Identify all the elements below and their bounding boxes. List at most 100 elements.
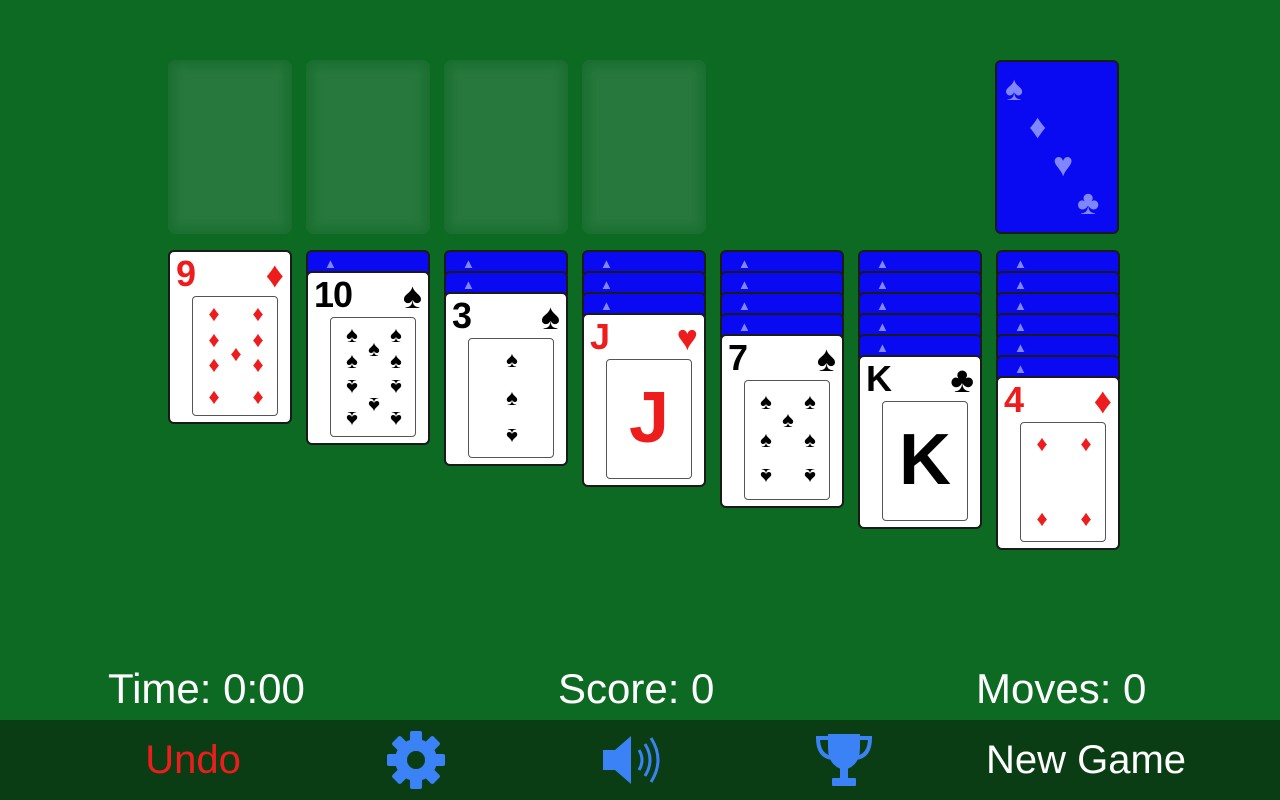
suit-icon: ♠ bbox=[402, 275, 422, 316]
suit-pip-icon: ♠ bbox=[368, 393, 380, 418]
suit-pip-icon: ♠ bbox=[368, 336, 380, 361]
suit-pip-icon: ♠ bbox=[346, 407, 358, 432]
time-display: Time: 0:00 bbox=[108, 665, 305, 712]
suit-pip-icon: ♠ bbox=[506, 424, 518, 449]
card-back-pattern-icon: ▲ bbox=[1014, 319, 1027, 334]
card-rank: 3 bbox=[452, 295, 472, 336]
court-letter: K bbox=[899, 420, 951, 500]
suit-pip-icon: ♦ bbox=[208, 386, 220, 411]
suit-icon: ♠ bbox=[816, 338, 836, 379]
tableau-card[interactable]: 10 ♠ ♠ ♠ ♠ ♠ ♠ ♠ ♠ ♠ ♠ ♠ bbox=[306, 271, 430, 445]
suit-pip-icon: ♦ bbox=[208, 327, 220, 352]
suit-pip-icon: ♠ bbox=[390, 322, 402, 347]
suit-pip-icon: ♦ bbox=[252, 301, 264, 326]
suit-pip-icon: ♠ bbox=[346, 348, 358, 373]
spade-icon: ♠ bbox=[1005, 70, 1024, 108]
card-face-frame: ♠ ♠ ♠ bbox=[468, 338, 554, 458]
card-back-pattern-icon: ▲ bbox=[600, 277, 613, 292]
new-game-button[interactable]: New Game bbox=[980, 720, 1192, 800]
card-face-frame: ♠ ♠ ♠ ♠ ♠ ♠ ♠ bbox=[744, 380, 830, 500]
suit-pip-icon: ♦ bbox=[1080, 508, 1092, 533]
score-display: Score: 0 bbox=[558, 665, 715, 712]
card-face-frame: K bbox=[882, 401, 968, 521]
card-back-pattern-icon: ▲ bbox=[324, 256, 337, 271]
suit-pip-icon: ♠ bbox=[346, 375, 358, 400]
suit-icon: ♦ bbox=[265, 254, 284, 295]
suit-pip-icon: ♦ bbox=[252, 386, 264, 411]
moves-display: Moves: 0 bbox=[976, 665, 1147, 712]
card-back-pattern-icon: ▲ bbox=[876, 298, 889, 313]
card-back-pattern-icon: ▲ bbox=[738, 319, 751, 334]
suit-pip-icon: ♠ bbox=[804, 389, 816, 414]
card-rank: J bbox=[590, 316, 610, 357]
tableau-card[interactable]: K ♣ K bbox=[858, 355, 982, 529]
card-back-pattern-icon: ▲ bbox=[600, 298, 613, 313]
suit-pip-icon: ♠ bbox=[390, 348, 402, 373]
foundation-slot-2[interactable] bbox=[306, 60, 430, 234]
card-back-pattern-icon: ▲ bbox=[1014, 256, 1027, 271]
card-back-pattern-icon: ▲ bbox=[738, 298, 751, 313]
card-face-frame: ♠ ♠ ♠ ♠ ♠ ♠ ♠ ♠ ♠ ♠ bbox=[330, 317, 416, 437]
suit-pip-icon: ♠ bbox=[760, 464, 772, 489]
suit-pip-icon: ♦ bbox=[252, 327, 264, 352]
card-back-pattern-icon: ▲ bbox=[600, 256, 613, 271]
court-letter: J bbox=[628, 378, 670, 458]
card-back-pattern-icon: ▲ bbox=[1014, 298, 1027, 313]
suit-icon: ♥ bbox=[676, 317, 698, 358]
suit-pip-icon: ♠ bbox=[760, 389, 772, 414]
undo-button[interactable]: Undo bbox=[110, 720, 276, 800]
card-face-frame: ♦ ♦ ♦ ♦ bbox=[1020, 422, 1106, 542]
gear-icon bbox=[387, 731, 445, 789]
card-back-pattern-icon: ▲ bbox=[1014, 361, 1027, 376]
sound-button[interactable] bbox=[596, 720, 668, 800]
suit-pip-icon: ♠ bbox=[346, 322, 358, 347]
suit-pip-icon: ♠ bbox=[390, 407, 402, 432]
speaker-icon bbox=[603, 736, 660, 784]
settings-button[interactable] bbox=[380, 720, 452, 800]
tableau-card[interactable]: J ♥ J bbox=[582, 313, 706, 487]
card-face-frame: ♦ ♦ ♦ ♦ ♦ ♦ ♦ ♦ ♦ bbox=[192, 296, 278, 416]
tableau-card[interactable]: 4 ♦ ♦ ♦ ♦ ♦ bbox=[996, 376, 1120, 550]
card-back-pattern-icon: ▲ bbox=[876, 340, 889, 355]
tableau-card[interactable]: 3 ♠ ♠ ♠ ♠ bbox=[444, 292, 568, 466]
card-back-pattern-icon: ▲ bbox=[462, 256, 475, 271]
suit-pip-icon: ♠ bbox=[804, 427, 816, 452]
card-back-pattern-icon: ▲ bbox=[1014, 340, 1027, 355]
card-rank: K bbox=[866, 358, 892, 399]
card-rank: 9 bbox=[176, 253, 196, 294]
suit-icon: ♣ bbox=[950, 359, 974, 400]
card-back-pattern-icon: ▲ bbox=[876, 277, 889, 292]
card-face-frame: J bbox=[606, 359, 692, 479]
foundation-slot-3[interactable] bbox=[444, 60, 568, 234]
suit-pip-icon: ♦ bbox=[1036, 508, 1048, 533]
diamond-icon: ♦ bbox=[1029, 108, 1047, 146]
suit-icon: ♦ bbox=[1093, 380, 1112, 421]
suit-pip-icon: ♦ bbox=[1080, 431, 1092, 456]
statistics-button[interactable] bbox=[808, 720, 880, 800]
foundation-slot-1[interactable] bbox=[168, 60, 292, 234]
suit-pip-icon: ♠ bbox=[390, 375, 402, 400]
bottom-toolbar: Undo New Game bbox=[0, 720, 1280, 800]
suit-pip-icon: ♠ bbox=[506, 385, 518, 410]
stock-pile[interactable]: ♠ ♦ ♥ ♣ bbox=[995, 60, 1119, 234]
suit-pip-icon: ♠ bbox=[782, 407, 794, 432]
game-board: ♠ ♦ ♥ ♣ 9 ♦ ♦ ♦ ♦ ♦ ♦ ♦ ♦ ♦ ♦ ▲ 10 ♠ ♠ ♠ ♠ ♠ ♠ ♠ ♠ ♠ ♠ ♠ ▲ ▲ 3 ♠ ♠ ♠ ♠… bbox=[0, 0, 1280, 720]
card-back-pattern-icon: ▲ bbox=[876, 319, 889, 334]
card-back-pattern-icon: ▲ bbox=[1014, 277, 1027, 292]
suit-pip-icon: ♦ bbox=[230, 341, 242, 366]
suit-pip-icon: ♠ bbox=[760, 427, 772, 452]
suit-pip-icon: ♦ bbox=[1036, 431, 1048, 456]
trophy-icon bbox=[815, 734, 873, 786]
card-rank: 10 bbox=[314, 274, 353, 315]
heart-icon: ♥ bbox=[1053, 146, 1074, 184]
suit-pip-icon: ♠ bbox=[804, 464, 816, 489]
tableau-card[interactable]: 7 ♠ ♠ ♠ ♠ ♠ ♠ ♠ ♠ bbox=[720, 334, 844, 508]
card-rank: 4 bbox=[1004, 379, 1024, 420]
suit-pip-icon: ♦ bbox=[208, 301, 220, 326]
suit-pip-icon: ♦ bbox=[252, 354, 264, 379]
suit-pip-icon: ♦ bbox=[208, 354, 220, 379]
card-back-pattern-icon: ▲ bbox=[738, 256, 751, 271]
suit-icon: ♠ bbox=[540, 296, 560, 337]
foundation-slot-4[interactable] bbox=[582, 60, 706, 234]
tableau-card[interactable]: 9 ♦ ♦ ♦ ♦ ♦ ♦ ♦ ♦ ♦ ♦ bbox=[168, 250, 292, 424]
